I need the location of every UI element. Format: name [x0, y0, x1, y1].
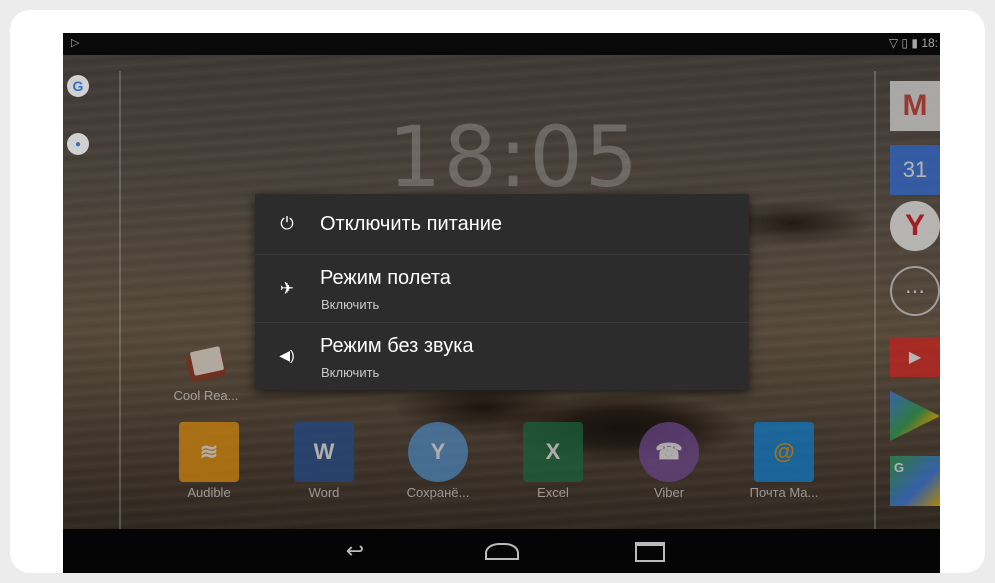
home-button[interactable] — [482, 537, 522, 565]
back-icon: ↩ — [345, 538, 365, 563]
recents-button[interactable] — [630, 537, 670, 565]
tablet-screen: ▷ ▽ ▯ ▮ 18: G ● 18:05 Cool Rea... ≋ Audi… — [63, 33, 940, 573]
airplane-icon: ✈ — [279, 279, 295, 298]
volume-icon: ◀) — [279, 347, 295, 363]
power-icon: ⏻ — [280, 214, 294, 233]
menu-item-silent-mode[interactable]: ◀) Режим без звука Включить — [255, 323, 749, 390]
back-button[interactable]: ↩ — [335, 537, 375, 565]
power-menu-dialog: ⏻ Отключить питание ✈ Режим полета Включ… — [255, 194, 749, 390]
menu-item-subtitle: Включить — [321, 297, 380, 312]
menu-item-power-off[interactable]: ⏻ Отключить питание — [255, 194, 749, 255]
menu-item-title: Режим без звука — [320, 335, 474, 357]
menu-item-subtitle: Включить — [321, 365, 380, 380]
navigation-bar: ↩ — [63, 529, 940, 573]
menu-item-title: Режим полета — [320, 267, 451, 289]
menu-item-title: Отключить питание — [320, 213, 503, 235]
menu-item-airplane-mode[interactable]: ✈ Режим полета Включить — [255, 255, 749, 323]
home-icon — [485, 543, 519, 560]
recents-icon — [635, 542, 665, 562]
